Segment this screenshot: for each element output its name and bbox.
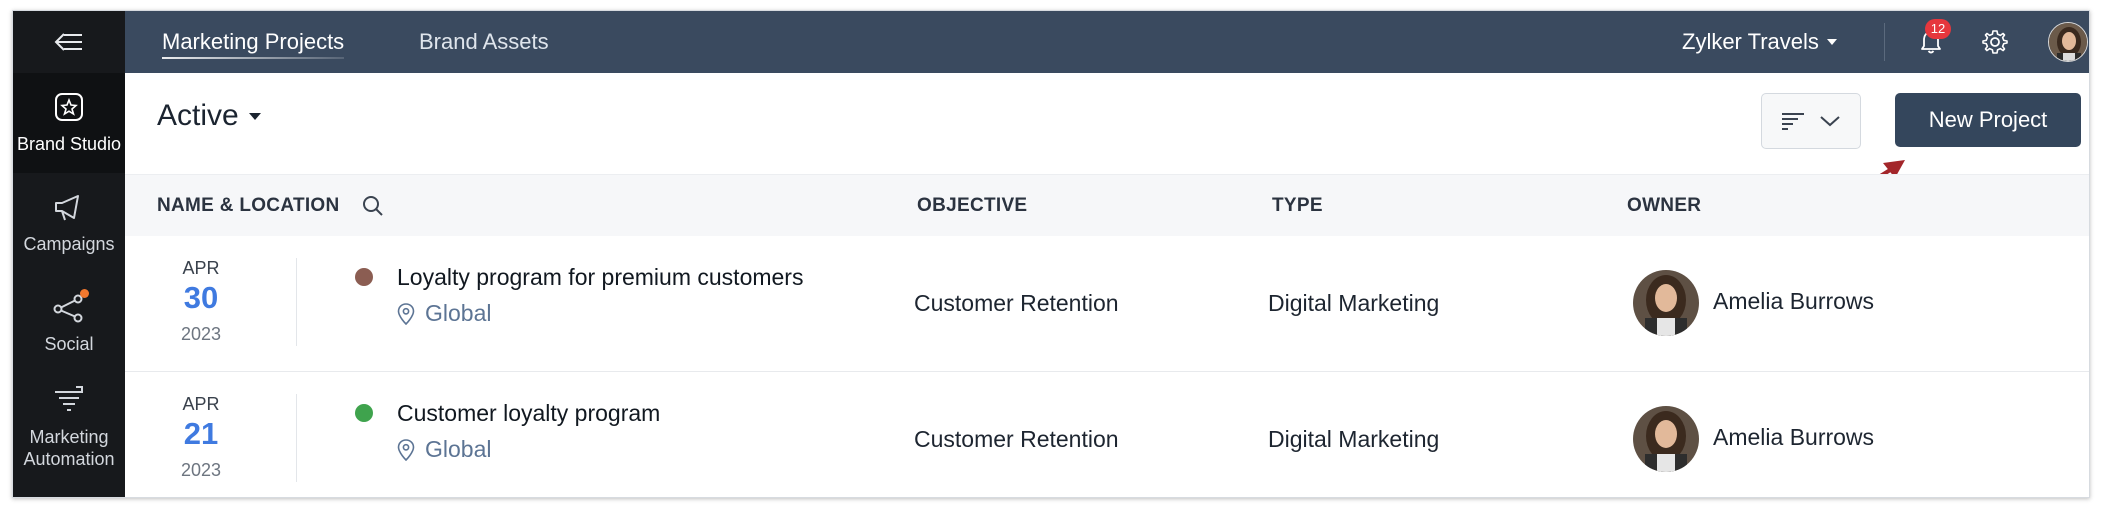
sidebar-item-marketing-automation[interactable]: Marketing Automation	[13, 373, 125, 483]
date-month: APR	[182, 258, 220, 278]
caret-down-icon	[248, 112, 261, 120]
location-label: Global	[425, 300, 492, 326]
sidebar-item-label: Marketing Automation	[23, 427, 115, 469]
chevron-down-icon	[1820, 116, 1840, 127]
top-navigation-bar: Marketing Projects Brand Assets Zylker T…	[125, 11, 2089, 73]
location-pin-icon	[397, 438, 415, 461]
date-day: 30	[183, 280, 219, 315]
tab-marketing-projects[interactable]: Marketing Projects	[162, 11, 345, 73]
project-objective: Customer Retention	[914, 426, 1119, 452]
column-header-owner[interactable]: OWNER	[1627, 175, 1701, 237]
table-header: NAME & LOCATION OBJECTIVE TYPE OWNER	[125, 174, 2089, 236]
sidebar-item-label: Brand Studio	[16, 134, 122, 154]
owner-name: Amelia Burrows	[1713, 288, 1875, 314]
user-avatar-image	[2049, 23, 2087, 61]
divider	[296, 394, 297, 482]
project-name[interactable]: Loyalty program for premium customers	[397, 264, 803, 291]
status-filter-dropdown[interactable]: Active	[157, 99, 261, 133]
search-icon[interactable]	[361, 194, 385, 218]
date-year: 2023	[180, 460, 222, 480]
date-day: 21	[183, 416, 219, 451]
megaphone-icon	[55, 195, 79, 221]
tab-brand-assets[interactable]: Brand Assets	[419, 11, 549, 73]
sort-button[interactable]	[1761, 93, 1861, 149]
owner-avatar	[1633, 406, 1699, 472]
organization-switcher[interactable]: Zylker Travels	[1682, 11, 1837, 73]
project-status-dot	[355, 268, 373, 286]
project-location: Global	[397, 436, 491, 463]
location-pin-icon	[397, 302, 415, 325]
app-window: Brand Studio Campaigns Social Marketing …	[12, 10, 2090, 498]
collapse-arrow-icon	[54, 33, 82, 51]
sidebar-item-campaigns[interactable]: Campaigns	[13, 173, 125, 273]
project-type: Digital Marketing	[1268, 290, 1440, 316]
project-location: Global	[397, 300, 491, 327]
table-row[interactable]: APR 30 2023 Loyalty program for premium …	[125, 236, 2089, 372]
date-year: 2023	[180, 324, 222, 344]
active-tab-indicator	[162, 57, 345, 59]
owner-avatar	[1633, 270, 1699, 336]
sidebar-item-label: Campaigns	[23, 234, 115, 254]
project-objective: Customer Retention	[914, 290, 1119, 316]
sidebar: Brand Studio Campaigns Social Marketing …	[13, 11, 125, 497]
table-row[interactable]: APR 21 2023 Customer loyalty program Glo…	[125, 372, 2089, 497]
location-label: Global	[425, 436, 492, 462]
projects-content: Active New Project NAME & LOCATION OBJEC…	[125, 73, 2089, 497]
settings-button[interactable]	[1971, 11, 2019, 73]
project-type: Digital Marketing	[1268, 426, 1440, 452]
status-filter-label: Active	[157, 99, 239, 132]
date-month: APR	[182, 394, 220, 414]
social-notification-dot	[80, 289, 89, 298]
notifications-button[interactable]: 12	[1907, 11, 1955, 73]
new-project-button[interactable]: New Project	[1895, 93, 2081, 147]
project-name[interactable]: Customer loyalty program	[397, 400, 660, 427]
column-header-name-location[interactable]: NAME & LOCATION	[157, 175, 340, 237]
user-avatar[interactable]	[2048, 22, 2088, 62]
project-status-dot	[355, 404, 373, 422]
divider	[296, 258, 297, 346]
project-date: APR 30 2023	[151, 236, 251, 372]
sidebar-item-brand-studio[interactable]: Brand Studio	[13, 73, 125, 173]
gear-icon	[1982, 30, 2008, 54]
project-date: APR 21 2023	[151, 372, 251, 497]
chevron-down-icon	[1826, 38, 1837, 45]
column-header-objective[interactable]: OBJECTIVE	[917, 175, 1027, 237]
notification-count-badge: 12	[1925, 19, 1951, 39]
organization-name: Zylker Travels	[1682, 29, 1819, 54]
sidebar-item-social[interactable]: Social	[13, 273, 125, 373]
sidebar-collapse-button[interactable]	[13, 11, 125, 73]
funnel-icon	[55, 386, 83, 411]
divider	[1884, 23, 1885, 61]
sidebar-item-label: Social	[44, 334, 94, 354]
brand-studio-icon	[55, 93, 83, 121]
owner-name: Amelia Burrows	[1713, 424, 1875, 450]
column-header-type[interactable]: TYPE	[1272, 175, 1323, 237]
sort-lines-icon	[1782, 113, 1804, 130]
